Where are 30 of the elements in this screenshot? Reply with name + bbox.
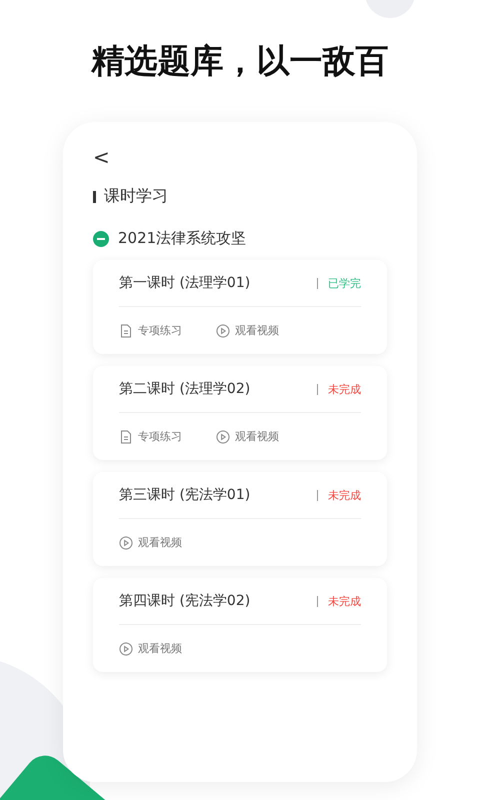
lesson-card[interactable]: 第四课时 (宪法学02) 未完成 观看视频 (93, 578, 387, 672)
watch-video-link[interactable]: 观看视频 (216, 429, 279, 444)
play-icon (216, 324, 230, 338)
lesson-title: 第一课时 (法理学01) (119, 274, 252, 292)
section-title: 课时学习 (104, 186, 168, 207)
lesson-title: 第四课时 (宪法学02) (119, 592, 252, 610)
watch-video-link[interactable]: 观看视频 (216, 323, 279, 338)
lesson-title: 第三课时 (宪法学01) (119, 486, 252, 504)
lesson-title: 第二课时 (法理学02) (119, 380, 252, 398)
practice-link[interactable]: 专项练习 (119, 323, 182, 338)
headline: 精选题库，以一敌百 (90, 40, 390, 82)
lesson-card[interactable]: 第三课时 (宪法学01) 未完成 观看视频 (93, 472, 387, 566)
practice-link[interactable]: 专项练习 (119, 429, 182, 444)
lesson-status: 未完成 (328, 488, 361, 502)
lesson-status: 未完成 (328, 594, 361, 608)
play-icon (119, 536, 133, 550)
document-icon (119, 430, 133, 444)
course-title: 2021法律系统攻坚 (118, 229, 246, 248)
watch-video-link[interactable]: 观看视频 (119, 535, 182, 550)
play-icon (216, 430, 230, 444)
document-icon (119, 324, 133, 338)
watch-video-link[interactable]: 观看视频 (119, 641, 182, 656)
lesson-card[interactable]: 第二课时 (法理学02) 未完成 专项练习 观看视频 (93, 366, 387, 460)
lesson-status: 未完成 (328, 382, 361, 396)
collapse-icon[interactable] (93, 230, 109, 246)
play-icon (119, 642, 133, 656)
lesson-status: 已学完 (328, 276, 361, 290)
lesson-card[interactable]: 第一课时 (法理学01) 已学完 专项练习 观看视频 (93, 260, 387, 354)
back-button[interactable]: < (93, 144, 110, 170)
section-marker (93, 190, 96, 202)
